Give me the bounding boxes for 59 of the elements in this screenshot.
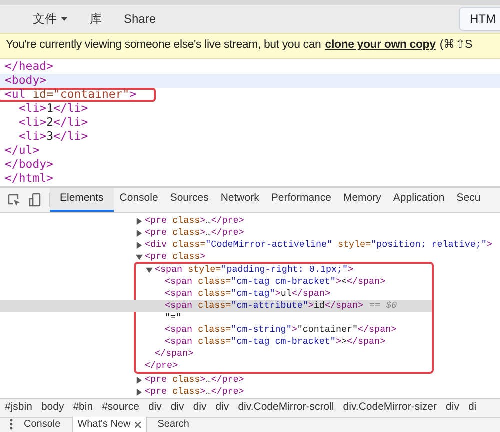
code-line: <li>3</li> [18,130,88,144]
dom-node[interactable]: <pre class>…</pre> [0,227,500,240]
devtools-tab[interactable]: Network [214,188,266,212]
breadcrumb-item[interactable]: #jsbin [5,400,32,416]
dom-node[interactable]: </span> [0,348,432,360]
devtools-tab[interactable]: Elements [50,188,114,212]
more-icon[interactable] [10,419,13,430]
drawer-tab[interactable]: Console [19,417,66,432]
close-icon[interactable] [134,422,141,428]
breadcrumb-item[interactable]: #source [102,400,140,416]
dom-node[interactable]: "=" [0,312,432,324]
code-line: </head> [4,60,54,74]
caret-down-icon [61,16,68,21]
devtools-tab[interactable]: Sources [164,188,215,212]
dom-node[interactable]: <pre class>…</pre> [0,386,500,398]
breadcrumb-item[interactable]: div [170,400,184,416]
dom-node[interactable]: <span class="cm-tag cm-bracket"><</span> [0,276,432,288]
breadcrumb-item[interactable]: div [216,400,230,416]
devtools-tab[interactable]: Application [387,188,451,212]
drawer-tab[interactable]: Search [152,417,194,432]
code-line: </body> [4,158,54,172]
breadcrumb-item[interactable]: div.CodeMirror-scroll [238,400,334,416]
breadcrumb-item[interactable]: body [41,400,64,416]
code-line: </html> [4,172,54,186]
dom-node[interactable]: <span class="cm-tag">ul</span> [0,288,432,300]
code-line: <li>2</li> [18,116,88,130]
breadcrumb-item[interactable]: div.CodeMirror-sizer [343,400,438,416]
dom-node[interactable]: <span class="cm-attribute">id</span> == $0 [0,300,432,312]
inspect-icon[interactable] [8,194,21,207]
menu-item[interactable]: 库 [90,10,102,28]
dom-node[interactable]: <span class="cm-string">"container"</span> [0,324,432,336]
breadcrumb-item[interactable]: di [468,400,477,416]
output-button[interactable]: HTM [459,6,500,31]
breadcrumb-item[interactable]: div [446,400,460,416]
menu-item[interactable]: Share [124,10,156,28]
device-icon[interactable] [29,193,41,208]
notice-text: You're currently viewing someone else's live stream, but you can [6,38,322,54]
devtools-tab[interactable]: Performance [265,188,338,212]
dom-node[interactable]: </pre> [0,360,432,372]
dom-node[interactable]: <pre class> [0,251,500,264]
shortcut-text: (⌘⇧S [440,38,473,54]
dom-node[interactable]: <span class="cm-tag cm-bracket">></span> [0,336,432,348]
breadcrumb-item[interactable]: div [148,400,162,416]
dom-node[interactable]: <pre class>…</pre> [0,215,500,228]
selected-marker: == $0 [370,299,398,313]
code-line: <body> [4,74,47,88]
code-line: <li>1</li> [18,102,88,116]
devtools-tab[interactable]: Secu [450,188,487,212]
breadcrumb-item[interactable]: div [193,400,207,416]
devtools-tab[interactable]: Memory [337,188,388,212]
dom-node[interactable]: <span style="padding-right: 0.1px;"> [0,264,432,276]
clone-link[interactable]: clone your own copy [325,37,436,54]
devtools-tab[interactable]: Console [114,188,164,212]
code-line: </ul> [4,144,40,158]
drawer-tab[interactable]: What's New [72,417,147,432]
dom-node[interactable]: <pre class>…</pre> [0,374,500,386]
menu-item[interactable]: 文件 [33,10,68,28]
breadcrumb-item[interactable]: #bin [73,400,94,416]
dom-node[interactable]: <div class="CodeMirror-activeline" style="position: relative;"> [0,239,500,252]
